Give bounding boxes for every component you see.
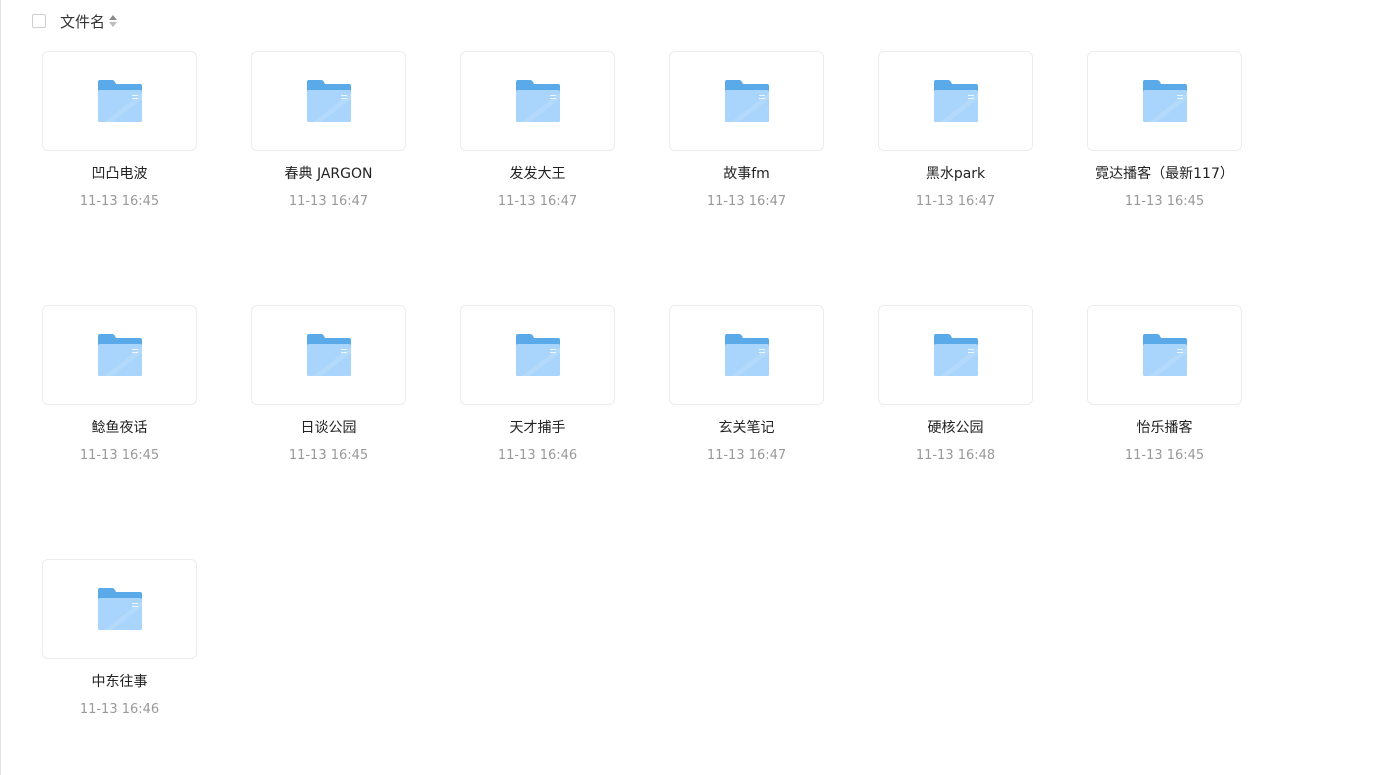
file-modified-time: 11-13 16:45 [79,448,160,463]
folder-icon [97,588,142,630]
file-name[interactable]: 黑水park [878,165,1033,183]
file-browser: 文件名 凹凸电波 11-13 16:45 春典 JARGON 11-13 16:… [0,0,1378,775]
file-item[interactable]: 鲶鱼夜话 11-13 16:45 [42,305,197,463]
file-item[interactable]: 中东往事 11-13 16:46 [42,559,197,717]
list-header: 文件名 [32,10,118,32]
file-modified-time: 11-13 16:47 [706,448,787,463]
file-name[interactable]: 凹凸电波 [42,165,197,183]
select-all-checkbox[interactable] [32,14,46,28]
file-thumbnail[interactable] [42,559,197,659]
file-name[interactable]: 玄关笔记 [669,419,824,437]
folder-icon [1142,80,1187,122]
file-thumbnail[interactable] [1087,51,1242,151]
file-thumbnail[interactable] [42,305,197,405]
file-thumbnail[interactable] [1087,305,1242,405]
file-thumbnail[interactable] [42,51,197,151]
file-modified-time: 11-13 16:47 [915,194,996,209]
file-modified-time: 11-13 16:46 [79,702,160,717]
file-name[interactable]: 春典 JARGON [251,165,406,183]
file-thumbnail[interactable] [878,305,1033,405]
file-thumbnail[interactable] [669,51,824,151]
file-modified-time: 11-13 16:47 [288,194,369,209]
folder-icon [97,80,142,122]
file-thumbnail[interactable] [878,51,1033,151]
folder-icon [515,334,560,376]
file-item[interactable]: 凹凸电波 11-13 16:45 [42,51,197,209]
folder-icon [97,334,142,376]
file-name[interactable]: 发发大王 [460,165,615,183]
file-name[interactable]: 中东往事 [42,673,197,691]
file-name[interactable]: 天才捕手 [460,419,615,437]
file-item[interactable]: 天才捕手 11-13 16:46 [460,305,615,463]
folder-icon [933,80,978,122]
file-item[interactable]: 春典 JARGON 11-13 16:47 [251,51,406,209]
file-name[interactable]: 日谈公园 [251,419,406,437]
file-thumbnail[interactable] [251,305,406,405]
file-item[interactable]: 硬核公园 11-13 16:48 [878,305,1033,463]
filename-column-label[interactable]: 文件名 [60,11,105,32]
folder-icon [1142,334,1187,376]
file-item[interactable]: 黑水park 11-13 16:47 [878,51,1033,209]
folder-icon [724,80,769,122]
file-name[interactable]: 鲶鱼夜话 [42,419,197,437]
file-item[interactable]: 怡乐播客 11-13 16:45 [1087,305,1242,463]
folder-icon [724,334,769,376]
file-thumbnail[interactable] [669,305,824,405]
file-thumbnail[interactable] [460,305,615,405]
sort-updown-icon[interactable] [109,14,118,28]
file-item[interactable]: 日谈公园 11-13 16:45 [251,305,406,463]
file-modified-time: 11-13 16:47 [706,194,787,209]
folder-icon [306,334,351,376]
file-name[interactable]: 霓达播客（最新117） [1087,165,1242,183]
file-modified-time: 11-13 16:46 [497,448,578,463]
file-grid: 凹凸电波 11-13 16:45 春典 JARGON 11-13 16:47 发 [42,51,1242,717]
file-name[interactable]: 故事fm [669,165,824,183]
file-item[interactable]: 发发大王 11-13 16:47 [460,51,615,209]
file-modified-time: 11-13 16:45 [1124,194,1205,209]
file-modified-time: 11-13 16:45 [79,194,160,209]
folder-icon [515,80,560,122]
file-name[interactable]: 硬核公园 [878,419,1033,437]
folder-icon [933,334,978,376]
file-item[interactable]: 霓达播客（最新117） 11-13 16:45 [1087,51,1242,209]
file-name[interactable]: 怡乐播客 [1087,419,1242,437]
file-modified-time: 11-13 16:48 [915,448,996,463]
file-thumbnail[interactable] [460,51,615,151]
folder-icon [306,80,351,122]
file-item[interactable]: 玄关笔记 11-13 16:47 [669,305,824,463]
file-modified-time: 11-13 16:45 [1124,448,1205,463]
file-item[interactable]: 故事fm 11-13 16:47 [669,51,824,209]
file-modified-time: 11-13 16:45 [288,448,369,463]
file-thumbnail[interactable] [251,51,406,151]
file-modified-time: 11-13 16:47 [497,194,578,209]
